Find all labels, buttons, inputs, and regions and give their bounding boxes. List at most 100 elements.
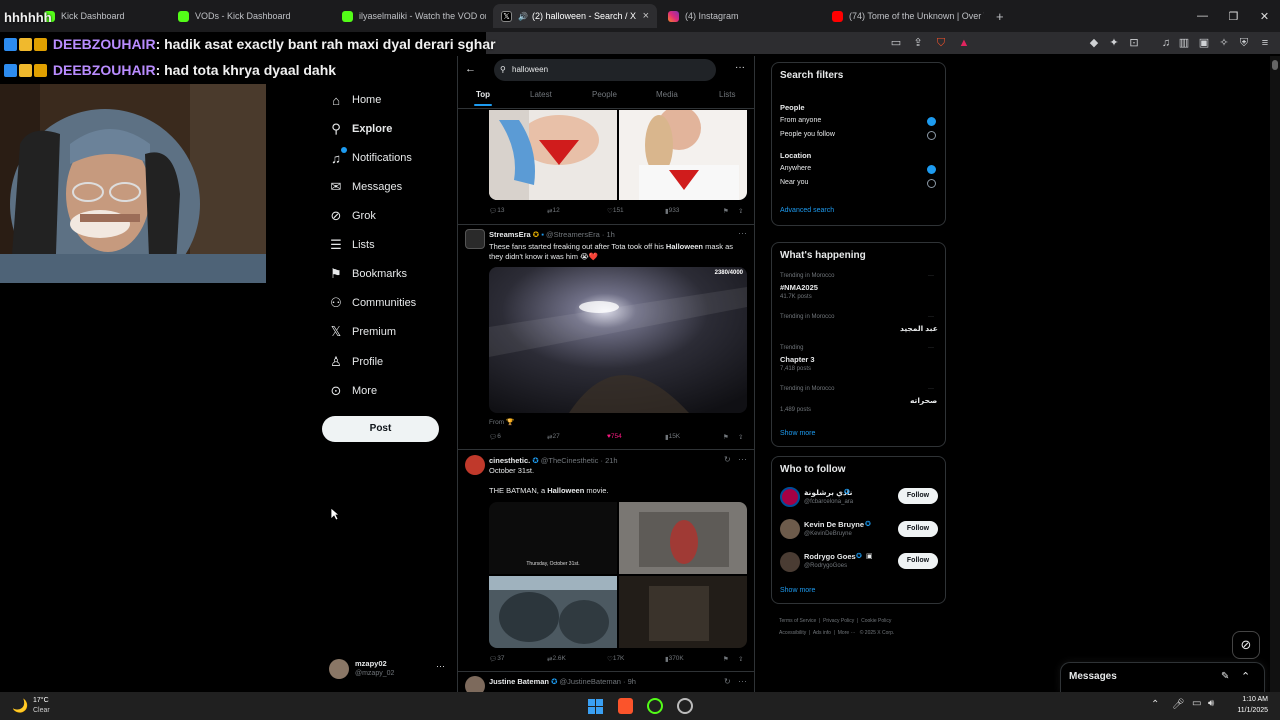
restore-icon[interactable]: ❐ xyxy=(1218,10,1249,23)
bookmark-icon[interactable]: ⚑ xyxy=(723,433,729,441)
bookmark-icon[interactable]: ⚑ xyxy=(723,207,729,215)
kick-app-icon[interactable] xyxy=(647,698,663,714)
radio-from-anyone[interactable] xyxy=(927,117,936,126)
tweet-handle[interactable]: @TheCinesthetic xyxy=(541,456,599,465)
footer-link[interactable]: Accessibility xyxy=(779,630,806,636)
avatar[interactable] xyxy=(465,455,485,475)
repost-button[interactable]: ⇄ 2.6K xyxy=(547,655,566,663)
nav-premium[interactable]: 𝕏 Premium xyxy=(327,321,396,343)
grok-icon[interactable]: ↻ xyxy=(724,677,731,686)
reply-button[interactable]: 💬︎ 13 xyxy=(489,207,505,215)
sidebar-icon[interactable]: ▥ xyxy=(1176,35,1192,51)
tab-top[interactable]: Top xyxy=(476,90,490,99)
share-icon[interactable]: ⇪ xyxy=(738,433,743,441)
views-button[interactable]: ▮ 933 xyxy=(665,207,679,215)
nav-profile[interactable]: ♙ Profile xyxy=(327,351,383,373)
nav-bookmarks[interactable]: ⚑ Bookmarks xyxy=(327,263,407,285)
tab-x-search[interactable]: 𝕏 🔊 (2) halloween - Search / X × xyxy=(493,4,657,28)
follow-button[interactable]: Follow xyxy=(898,488,938,504)
more-options-icon[interactable]: ··· xyxy=(738,228,747,238)
nav-lists[interactable]: ☰ Lists xyxy=(327,234,374,256)
extension-icon[interactable]: ◆ xyxy=(1086,35,1102,51)
more-options-icon[interactable]: ··· xyxy=(738,454,747,464)
nav-more[interactable]: ⊙ More xyxy=(327,380,378,402)
like-button[interactable]: ♥ 754 xyxy=(607,433,622,440)
volume-icon[interactable]: 🔊︎ xyxy=(1208,698,1214,709)
tab-kick-dashboard[interactable]: Kick Dashboard xyxy=(36,4,170,28)
nav-explore[interactable]: ⚲ Explore xyxy=(327,118,392,140)
tweet-media[interactable] xyxy=(489,110,747,200)
microphone-icon[interactable]: 🎤︎ xyxy=(1172,699,1185,710)
show-more-link[interactable]: Show more xyxy=(780,430,815,437)
new-message-icon[interactable]: ✎ xyxy=(1221,671,1229,682)
tweet-handle[interactable]: @JustineBateman xyxy=(560,677,621,686)
tray-chevron-icon[interactable]: ⌃ xyxy=(1151,699,1159,710)
close-tab-icon[interactable]: × xyxy=(643,10,649,22)
brave-browser-icon[interactable] xyxy=(618,698,633,714)
weather-text[interactable]: Clear xyxy=(33,707,50,714)
footer-link[interactable]: Cookie Policy xyxy=(861,618,891,624)
puzzle-icon[interactable]: ✦ xyxy=(1106,35,1122,51)
more-options-icon[interactable]: ··· xyxy=(928,314,934,320)
show-more-link[interactable]: Show more xyxy=(780,587,815,594)
nav-messages[interactable]: ✉ Messages xyxy=(327,176,403,198)
leo-icon[interactable]: ✧ xyxy=(1216,35,1232,51)
more-options-icon[interactable]: ··· xyxy=(738,676,747,686)
obs-icon[interactable] xyxy=(677,698,693,714)
advanced-search-link[interactable]: Advanced search xyxy=(780,207,834,214)
nav-notifications[interactable]: ♫ Notifications xyxy=(327,147,412,169)
nav-grok[interactable]: ⊘ Grok xyxy=(327,205,376,227)
views-button[interactable]: ▮ 370K xyxy=(665,655,684,663)
tweet-author[interactable]: StreamsEra xyxy=(489,230,531,239)
tab-kick-vod[interactable]: ilyaselmaliki - Watch the VOD on Kick xyxy=(334,4,486,28)
share-icon[interactable]: ⇪ xyxy=(910,35,926,51)
radio-people-you-follow[interactable] xyxy=(927,131,936,140)
follow-button[interactable]: Follow xyxy=(898,553,938,569)
footer-link[interactable]: More ··· xyxy=(838,630,856,636)
nav-communities[interactable]: ⚇ Communities xyxy=(327,292,416,314)
minimize-icon[interactable]: — xyxy=(1187,10,1218,22)
share-icon[interactable]: ⇪ xyxy=(738,655,743,663)
tab-latest[interactable]: Latest xyxy=(530,90,552,99)
windows-start-icon[interactable] xyxy=(588,699,603,714)
expand-icon[interactable]: ⌃ xyxy=(1241,670,1250,683)
tab-lists[interactable]: Lists xyxy=(719,90,735,99)
messages-drawer[interactable]: Messages ✎ ⌃ xyxy=(1060,662,1265,692)
tab-media[interactable]: Media xyxy=(656,90,678,99)
nav-home[interactable]: ⌂ Home xyxy=(327,89,381,111)
back-arrow-icon[interactable]: ← xyxy=(465,63,476,75)
follow-button[interactable]: Follow xyxy=(898,521,938,537)
filter-option[interactable]: From anyone xyxy=(780,117,821,124)
screenshot-icon[interactable]: ⊡ xyxy=(1126,35,1142,51)
grok-float-button[interactable]: ⊘ xyxy=(1232,631,1260,659)
more-options-icon[interactable]: ··· xyxy=(735,62,745,73)
more-options-icon[interactable]: ··· xyxy=(436,661,445,671)
filter-option[interactable]: Near you xyxy=(780,179,808,186)
reply-button[interactable]: 💬︎ 37 xyxy=(489,655,505,663)
post-button[interactable]: Post xyxy=(322,416,439,442)
tab-people[interactable]: People xyxy=(592,90,617,99)
avatar[interactable] xyxy=(465,229,485,249)
tab-kick-vods[interactable]: VODs - Kick Dashboard xyxy=(170,4,330,28)
tweet-author[interactable]: cinesthetic. xyxy=(489,456,530,465)
like-button[interactable]: ♡ 151 xyxy=(607,207,624,215)
clock-date[interactable]: 11/1/2025 xyxy=(1224,707,1268,714)
tweet-author[interactable]: Justine Bateman xyxy=(489,677,549,686)
tab-instagram[interactable]: (4) Instagram xyxy=(660,4,820,28)
close-window-icon[interactable]: ✕ xyxy=(1249,10,1280,23)
page-scrollbar[interactable] xyxy=(1270,56,1280,692)
brave-rewards-icon[interactable]: ▲ xyxy=(956,35,972,51)
footer-link[interactable]: Terms of Service xyxy=(779,618,816,624)
views-button[interactable]: ▮ 15K xyxy=(665,433,680,441)
account-switcher[interactable]: mzapy02 @mzapy_02 ··· xyxy=(327,656,449,684)
tweet-handle[interactable]: @StreamersEra xyxy=(546,230,600,239)
grok-icon[interactable]: ↻ xyxy=(724,455,731,464)
brave-shield-icon[interactable]: ⛉ xyxy=(933,35,949,51)
new-tab-button[interactable]: + xyxy=(988,4,1008,28)
footer-link[interactable]: Privacy Policy xyxy=(823,618,854,624)
bookmark-icon[interactable]: ⚑ xyxy=(723,655,729,663)
clock-time[interactable]: 1:10 AM xyxy=(1232,696,1268,703)
footer-link[interactable]: Ads info xyxy=(813,630,831,636)
vpn-icon[interactable]: ⛨ xyxy=(1236,35,1252,51)
reply-button[interactable]: 💬︎ 6 xyxy=(489,433,501,441)
